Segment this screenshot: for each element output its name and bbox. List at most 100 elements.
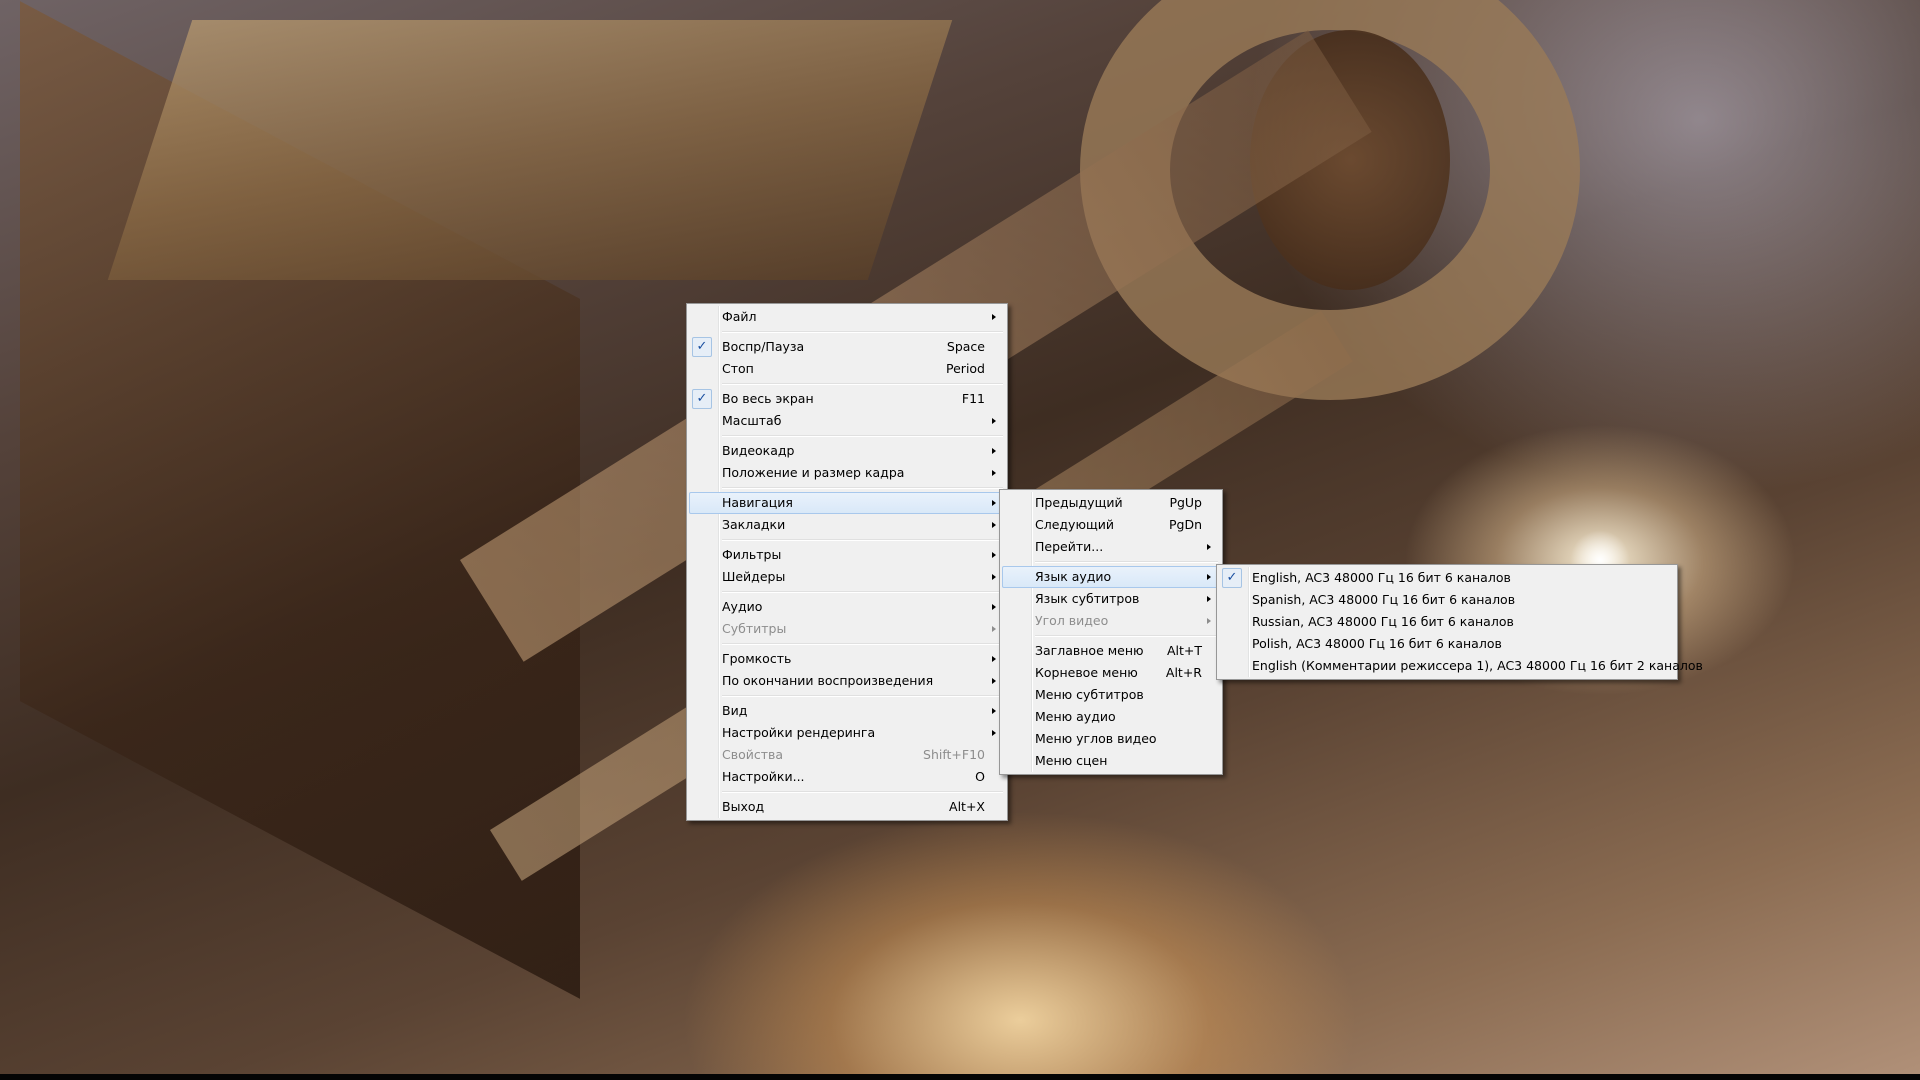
- checkmark-icon: ✓: [692, 337, 712, 357]
- menu-separator: [689, 432, 1005, 440]
- menu-item-video-frame[interactable]: Видеокадр: [689, 440, 1005, 462]
- menu-separator: [689, 692, 1005, 700]
- menu-item-label: Файл: [722, 309, 757, 324]
- menu-item-chapter-menu[interactable]: Меню сцен: [1002, 750, 1220, 772]
- menu-item-label: Навигация: [722, 495, 793, 510]
- menu-item-label: Громкость: [722, 651, 792, 666]
- menu-item-video-angle: Угол видео: [1002, 610, 1220, 632]
- menu-item-goto[interactable]: Перейти...: [1002, 536, 1220, 558]
- submenu-arrow-icon: [992, 708, 996, 714]
- submenu-arrow-icon: [992, 552, 996, 558]
- menu-item-label: Стоп: [722, 361, 754, 376]
- logo-shape-top: [107, 20, 953, 280]
- menu-item-filters[interactable]: Фильтры: [689, 544, 1005, 566]
- menu-item-angle-menu[interactable]: Меню углов видео: [1002, 728, 1220, 750]
- menu-item-shortcut: PgDn: [1168, 517, 1202, 532]
- submenu-arrow-icon: [992, 678, 996, 684]
- menu-separator: [689, 640, 1005, 648]
- menu-item-pan-scan[interactable]: Положение и размер кадра: [689, 462, 1005, 484]
- menu-item-label: Вид: [722, 703, 748, 718]
- menu-item-fullscreen[interactable]: ✓ Во весь экран F11: [689, 388, 1005, 410]
- menu-item-audio-language[interactable]: Язык аудио: [1002, 566, 1220, 588]
- menu-separator: [689, 588, 1005, 596]
- menu-item-label: Меню углов видео: [1035, 731, 1157, 746]
- menu-item-label: Spanish, AC3 48000 Гц 16 бит 6 каналов: [1252, 592, 1516, 607]
- menu-separator: [689, 484, 1005, 492]
- menu-item-audio-menu[interactable]: Меню аудио: [1002, 706, 1220, 728]
- menu-item-label: Заглавное меню: [1035, 643, 1144, 658]
- menu-item-audio-track-0[interactable]: ✓ English, AC3 48000 Гц 16 бит 6 каналов: [1219, 567, 1675, 589]
- menu-item-audio-track-1[interactable]: Spanish, AC3 48000 Гц 16 бит 6 каналов: [1219, 589, 1675, 611]
- submenu-arrow-icon: [992, 730, 996, 736]
- menu-item-label: English (Комментарии режиссера 1), AC3 4…: [1252, 658, 1703, 673]
- menu-item-navigate[interactable]: Навигация: [689, 492, 1005, 514]
- submenu-arrow-icon: [992, 574, 996, 580]
- menu-item-shortcut: Alt+T: [1166, 643, 1202, 658]
- menu-item-shortcut: Space: [946, 339, 985, 354]
- menu-item-next[interactable]: Следующий PgDn: [1002, 514, 1220, 536]
- menu-item-play-pause[interactable]: ✓ Воспр/Пауза Space: [689, 336, 1005, 358]
- menu-separator: [689, 328, 1005, 336]
- checkmark-icon: ✓: [1222, 568, 1242, 588]
- submenu-arrow-icon: [992, 656, 996, 662]
- menu-item-label: Выход: [722, 799, 765, 814]
- menu-item-stop[interactable]: Стоп Period: [689, 358, 1005, 380]
- menu-item-options[interactable]: Настройки... O: [689, 766, 1005, 788]
- menu-item-renderer-settings[interactable]: Настройки рендеринга: [689, 722, 1005, 744]
- menu-separator: [689, 536, 1005, 544]
- submenu-arrow-icon: [1207, 618, 1211, 624]
- menu-separator: [1002, 632, 1220, 640]
- submenu-navigation: Предыдущий PgUp Следующий PgDn Перейти... Язы…: [999, 489, 1223, 775]
- menu-item-subtitle-menu[interactable]: Меню субтитров: [1002, 684, 1220, 706]
- menu-item-audio-track-3[interactable]: Polish, AC3 48000 Гц 16 бит 6 каналов: [1219, 633, 1675, 655]
- menu-item-title-menu[interactable]: Заглавное меню Alt+T: [1002, 640, 1220, 662]
- submenu-arrow-icon: [992, 418, 996, 424]
- menu-item-label: Воспр/Пауза: [722, 339, 805, 354]
- menu-item-label: Фильтры: [722, 547, 782, 562]
- submenu-arrow-icon: [1207, 544, 1211, 550]
- menu-item-label: По окончании воспроизведения: [722, 673, 934, 688]
- menu-item-subtitle-language[interactable]: Язык субтитров: [1002, 588, 1220, 610]
- menu-item-view[interactable]: Вид: [689, 700, 1005, 722]
- menu-item-shortcut: O: [975, 769, 985, 784]
- menu-item-shortcut: Alt+X: [949, 799, 985, 814]
- menu-item-label: Видеокадр: [722, 443, 795, 458]
- menu-item-label: Перейти...: [1035, 539, 1104, 554]
- menu-item-label: Следующий: [1035, 517, 1114, 532]
- menu-item-label: Шейдеры: [722, 569, 786, 584]
- menu-item-exit[interactable]: Выход Alt+X: [689, 796, 1005, 818]
- menu-item-audio[interactable]: Аудио: [689, 596, 1005, 618]
- menu-item-audio-track-4[interactable]: English (Комментарии режиссера 1), AC3 4…: [1219, 655, 1703, 677]
- menu-item-after-playback[interactable]: По окончании воспроизведения: [689, 670, 1005, 692]
- menu-item-label: Меню сцен: [1035, 753, 1108, 768]
- menu-item-label: Язык аудио: [1035, 569, 1112, 584]
- menu-item-label: Предыдущий: [1035, 495, 1123, 510]
- menu-item-label: Настройки...: [722, 769, 805, 784]
- menu-item-label: Во весь экран: [722, 391, 814, 406]
- menu-item-root-menu[interactable]: Корневое меню Alt+R: [1002, 662, 1220, 684]
- menu-item-file[interactable]: Файл: [689, 306, 1005, 328]
- submenu-arrow-icon: [1207, 574, 1211, 580]
- menu-item-label: Корневое меню: [1035, 665, 1138, 680]
- menu-item-favorites[interactable]: Закладки: [689, 514, 1005, 536]
- menu-item-label: Субтитры: [722, 621, 787, 636]
- menu-item-label: Russian, AC3 48000 Гц 16 бит 6 каналов: [1252, 614, 1514, 629]
- submenu-arrow-icon: [992, 448, 996, 454]
- menu-item-label: Polish, AC3 48000 Гц 16 бит 6 каналов: [1252, 636, 1502, 651]
- menu-item-label: Язык субтитров: [1035, 591, 1140, 606]
- menu-item-label: English, AC3 48000 Гц 16 бит 6 каналов: [1252, 570, 1511, 585]
- menu-item-previous[interactable]: Предыдущий PgUp: [1002, 492, 1220, 514]
- menu-item-label: Настройки рендеринга: [722, 725, 876, 740]
- menu-item-shaders[interactable]: Шейдеры: [689, 566, 1005, 588]
- menu-item-subtitles: Субтитры: [689, 618, 1005, 640]
- submenu-arrow-icon: [1207, 596, 1211, 602]
- menu-item-volume[interactable]: Громкость: [689, 648, 1005, 670]
- menu-item-shortcut: Period: [946, 361, 985, 376]
- menu-item-audio-track-2[interactable]: Russian, AC3 48000 Гц 16 бит 6 каналов: [1219, 611, 1675, 633]
- menu-item-zoom[interactable]: Масштаб: [689, 410, 1005, 432]
- menu-separator: [689, 380, 1005, 388]
- menu-item-properties: Свойства Shift+F10: [689, 744, 1005, 766]
- menu-item-label: Аудио: [722, 599, 763, 614]
- menu-item-shortcut: F11: [961, 391, 985, 406]
- submenu-arrow-icon: [992, 470, 996, 476]
